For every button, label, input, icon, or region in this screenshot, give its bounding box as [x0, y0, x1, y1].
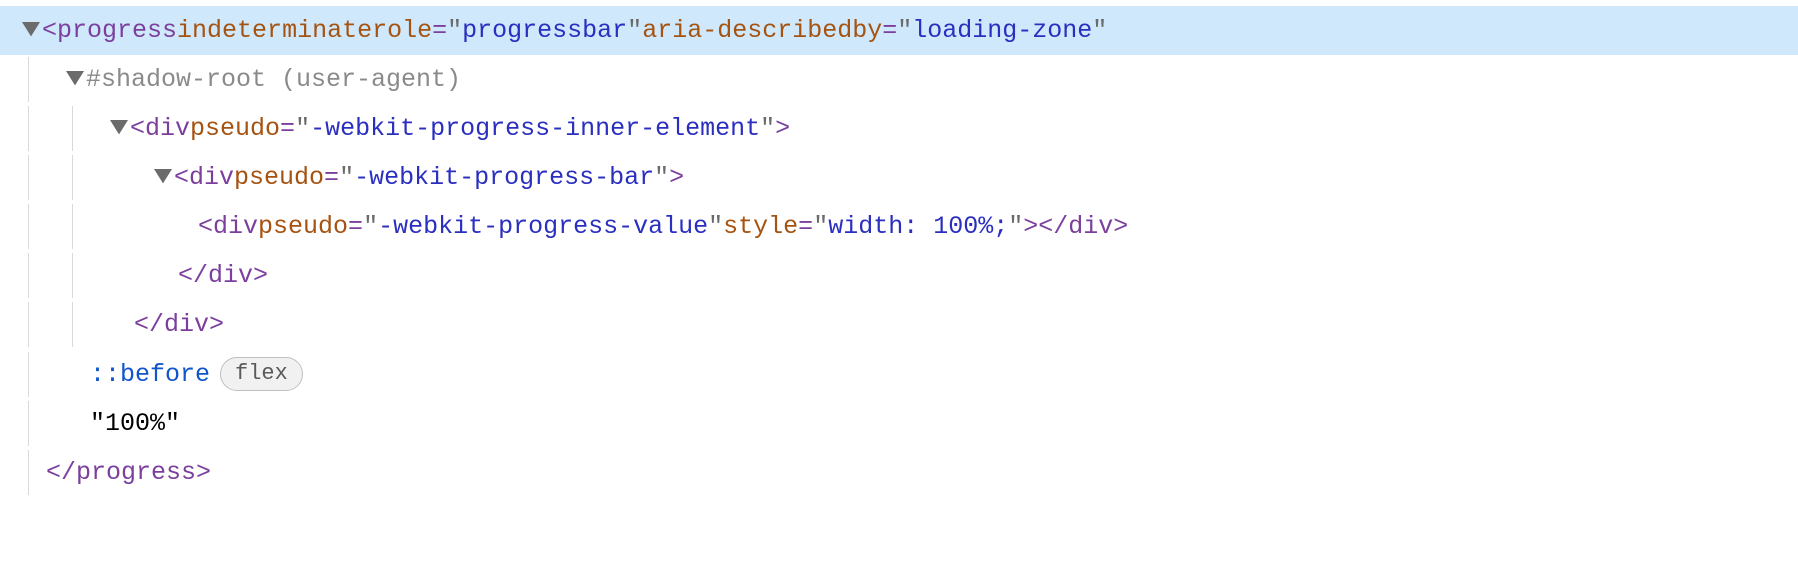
- pseudo-element-label: ::before: [90, 358, 210, 391]
- dom-tree-row[interactable]: #shadow-root (user-agent): [0, 55, 1798, 104]
- syntax-punct: >: [209, 308, 224, 341]
- disclosure-triangle-icon[interactable]: [66, 71, 84, 89]
- syntax-attr-value: -webkit-progress-inner-element: [310, 112, 760, 145]
- syntax-quote: ": [339, 161, 354, 194]
- syntax-punct: =: [324, 161, 339, 194]
- tree-indent-gutter: [0, 128, 110, 129]
- tree-guide-line: [72, 302, 73, 347]
- tree-guide-line: [28, 57, 29, 102]
- tree-guide-line: [72, 155, 73, 200]
- syntax-tag-name: div: [1068, 210, 1113, 243]
- tree-guide-line: [72, 253, 73, 298]
- tree-guide-line: [28, 352, 29, 397]
- syntax-punct: >: [196, 456, 211, 489]
- syntax-quote: ": [363, 210, 378, 243]
- syntax-quote: ": [1008, 210, 1023, 243]
- syntax-quote: ": [897, 14, 912, 47]
- syntax-punct: </: [46, 456, 76, 489]
- dom-tree: <progress indeterminate role="progressba…: [0, 0, 1798, 503]
- dom-tree-row[interactable]: <progress indeterminate role="progressba…: [0, 6, 1798, 55]
- syntax-punct: >: [1113, 210, 1128, 243]
- tree-indent-gutter: [0, 472, 46, 473]
- dom-tree-row[interactable]: ::before flex: [0, 349, 1798, 399]
- tree-indent-gutter: [0, 275, 178, 276]
- dom-tree-row[interactable]: "100%": [0, 399, 1798, 448]
- syntax-punct: >: [1023, 210, 1038, 243]
- syntax-attr-value: progressbar: [462, 14, 627, 47]
- dom-tree-row[interactable]: <div pseudo="-webkit-progress-inner-elem…: [0, 104, 1798, 153]
- display-mode-badge: flex: [220, 357, 303, 391]
- syntax-punct: <: [42, 14, 57, 47]
- syntax-quote: ": [627, 14, 642, 47]
- syntax-attr-name: pseudo: [190, 112, 280, 145]
- syntax-tag-name: progress: [57, 14, 177, 47]
- syntax-quote: ": [654, 161, 669, 194]
- tree-indent-gutter: [0, 324, 134, 325]
- syntax-tag-name: div: [145, 112, 190, 145]
- tree-guide-line: [28, 253, 29, 298]
- tree-indent-gutter: [0, 374, 90, 375]
- syntax-punct: =: [882, 14, 897, 47]
- tree-guide-line: [28, 302, 29, 347]
- syntax-tag-name: progress: [76, 456, 196, 489]
- syntax-quote: ": [813, 210, 828, 243]
- syntax-tag-name: div: [213, 210, 258, 243]
- syntax-punct: >: [669, 161, 684, 194]
- syntax-punct: </: [134, 308, 164, 341]
- tree-guide-line: [72, 106, 73, 151]
- text-node-content: "100%": [90, 407, 180, 440]
- dom-tree-row[interactable]: </div>: [0, 300, 1798, 349]
- syntax-punct: =: [798, 210, 813, 243]
- dom-tree-row[interactable]: </div>: [0, 251, 1798, 300]
- syntax-attr-name: pseudo: [234, 161, 324, 194]
- syntax-quote: ": [760, 112, 775, 145]
- syntax-punct: =: [432, 14, 447, 47]
- syntax-attr-name: style: [723, 210, 798, 243]
- syntax-punct: <: [130, 112, 145, 145]
- tree-indent-gutter: [0, 79, 66, 80]
- syntax-tag-name: div: [208, 259, 253, 292]
- syntax-attr-name: pseudo: [258, 210, 348, 243]
- tree-guide-line: [28, 450, 29, 495]
- syntax-punct: <: [174, 161, 189, 194]
- syntax-punct: <: [198, 210, 213, 243]
- syntax-attr-value: width: 100%;: [828, 210, 1008, 243]
- syntax-attr-value: loading-zone: [912, 14, 1092, 47]
- syntax-attr-value: -webkit-progress-bar: [354, 161, 654, 194]
- disclosure-triangle-icon[interactable]: [154, 169, 172, 187]
- syntax-quote: ": [708, 210, 723, 243]
- syntax-punct: </: [178, 259, 208, 292]
- disclosure-triangle-icon[interactable]: [110, 120, 128, 138]
- syntax-attr-name: indeterminate: [177, 14, 372, 47]
- dom-tree-row[interactable]: </progress>: [0, 448, 1798, 497]
- tree-indent-gutter: [0, 177, 154, 178]
- tree-guide-line: [72, 204, 73, 249]
- tree-guide-line: [28, 401, 29, 446]
- shadow-root-label: #shadow-root (user-agent): [86, 63, 461, 96]
- tree-guide-line: [28, 106, 29, 151]
- syntax-punct: =: [348, 210, 363, 243]
- tree-guide-line: [28, 204, 29, 249]
- syntax-tag-name: div: [164, 308, 209, 341]
- dom-tree-row[interactable]: <div pseudo="-webkit-progress-value" sty…: [0, 202, 1798, 251]
- tree-guide-line: [28, 155, 29, 200]
- tree-indent-gutter: [0, 30, 22, 31]
- disclosure-triangle-icon[interactable]: [22, 22, 40, 40]
- syntax-attr-name: role: [372, 14, 432, 47]
- tree-indent-gutter: [0, 226, 198, 227]
- syntax-attr-name: aria-describedby: [642, 14, 882, 47]
- syntax-attr-value: -webkit-progress-value: [378, 210, 708, 243]
- syntax-tag-name: div: [189, 161, 234, 194]
- syntax-quote: ": [447, 14, 462, 47]
- syntax-punct: >: [253, 259, 268, 292]
- tree-indent-gutter: [0, 423, 90, 424]
- syntax-quote: ": [1092, 14, 1107, 47]
- syntax-quote: ": [295, 112, 310, 145]
- syntax-punct: =: [280, 112, 295, 145]
- dom-tree-row[interactable]: <div pseudo="-webkit-progress-bar">: [0, 153, 1798, 202]
- syntax-punct: >: [775, 112, 790, 145]
- syntax-punct: </: [1038, 210, 1068, 243]
